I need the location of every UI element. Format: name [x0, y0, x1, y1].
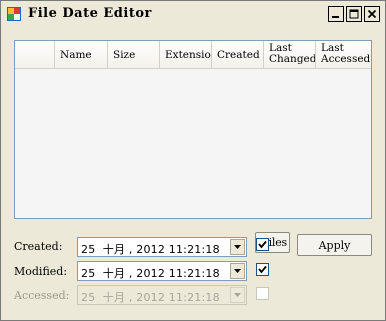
minimize-icon: [332, 16, 339, 18]
modified-checkbox[interactable]: [256, 263, 269, 276]
close-icon: [367, 9, 377, 19]
modified-datepicker[interactable]: 25 十月 , 2012 11:21:18: [77, 261, 247, 281]
check-icon: [258, 240, 267, 249]
column-header-created[interactable]: Created: [212, 41, 264, 69]
check-icon: [258, 265, 267, 274]
created-value: 25 十月 , 2012 11:21:18: [81, 243, 220, 256]
window-title: File Date Editor: [28, 6, 152, 21]
column-header-select[interactable]: [15, 41, 55, 69]
column-label: Last Accessed: [321, 42, 371, 65]
accessed-datepicker: 25 十月 , 2012 11:21:18: [77, 285, 247, 305]
file-list[interactable]: Name Size Extensio Created Last Changed …: [14, 40, 372, 219]
column-header-last-accessed[interactable]: Last Accessed: [316, 41, 371, 69]
column-header-name[interactable]: Name: [55, 41, 108, 69]
created-label: Created:: [14, 240, 63, 253]
column-label: Size: [113, 49, 136, 61]
chevron-down-icon: [234, 269, 241, 273]
accessed-checkbox[interactable]: [256, 287, 269, 300]
maximize-icon: [349, 9, 359, 19]
accessed-dropdown-button: [230, 287, 245, 303]
column-label: Created: [217, 49, 260, 61]
chevron-down-icon: [234, 245, 241, 249]
maximize-button[interactable]: [346, 6, 362, 22]
chevron-down-icon: [234, 293, 241, 297]
created-dropdown-button[interactable]: [230, 239, 245, 255]
close-button[interactable]: [364, 6, 380, 22]
column-header-last-changed[interactable]: Last Changed: [264, 41, 316, 69]
minimize-button[interactable]: [328, 6, 344, 22]
column-header-size[interactable]: Size: [108, 41, 160, 69]
app-window: File Date Editor Name Size Extensio Crea…: [0, 0, 386, 321]
accessed-value: 25 十月 , 2012 11:21:18: [81, 291, 220, 304]
app-icon: [7, 7, 21, 21]
apply-button-label: Apply: [318, 238, 351, 252]
modified-label: Modified:: [14, 265, 68, 278]
created-datepicker[interactable]: 25 十月 , 2012 11:21:18: [77, 237, 247, 257]
modified-value: 25 十月 , 2012 11:21:18: [81, 267, 220, 280]
created-checkbox[interactable]: [256, 238, 269, 251]
column-label: Name: [60, 49, 92, 61]
column-label: Extensio: [165, 49, 211, 61]
modified-dropdown-button[interactable]: [230, 263, 245, 279]
apply-button[interactable]: Apply: [297, 234, 372, 256]
list-header: Name Size Extensio Created Last Changed …: [15, 41, 371, 69]
title-bar[interactable]: File Date Editor: [1, 1, 385, 28]
accessed-label: Accessed:: [14, 289, 70, 302]
column-label: Last Changed: [269, 42, 316, 65]
column-header-extension[interactable]: Extensio: [160, 41, 212, 69]
